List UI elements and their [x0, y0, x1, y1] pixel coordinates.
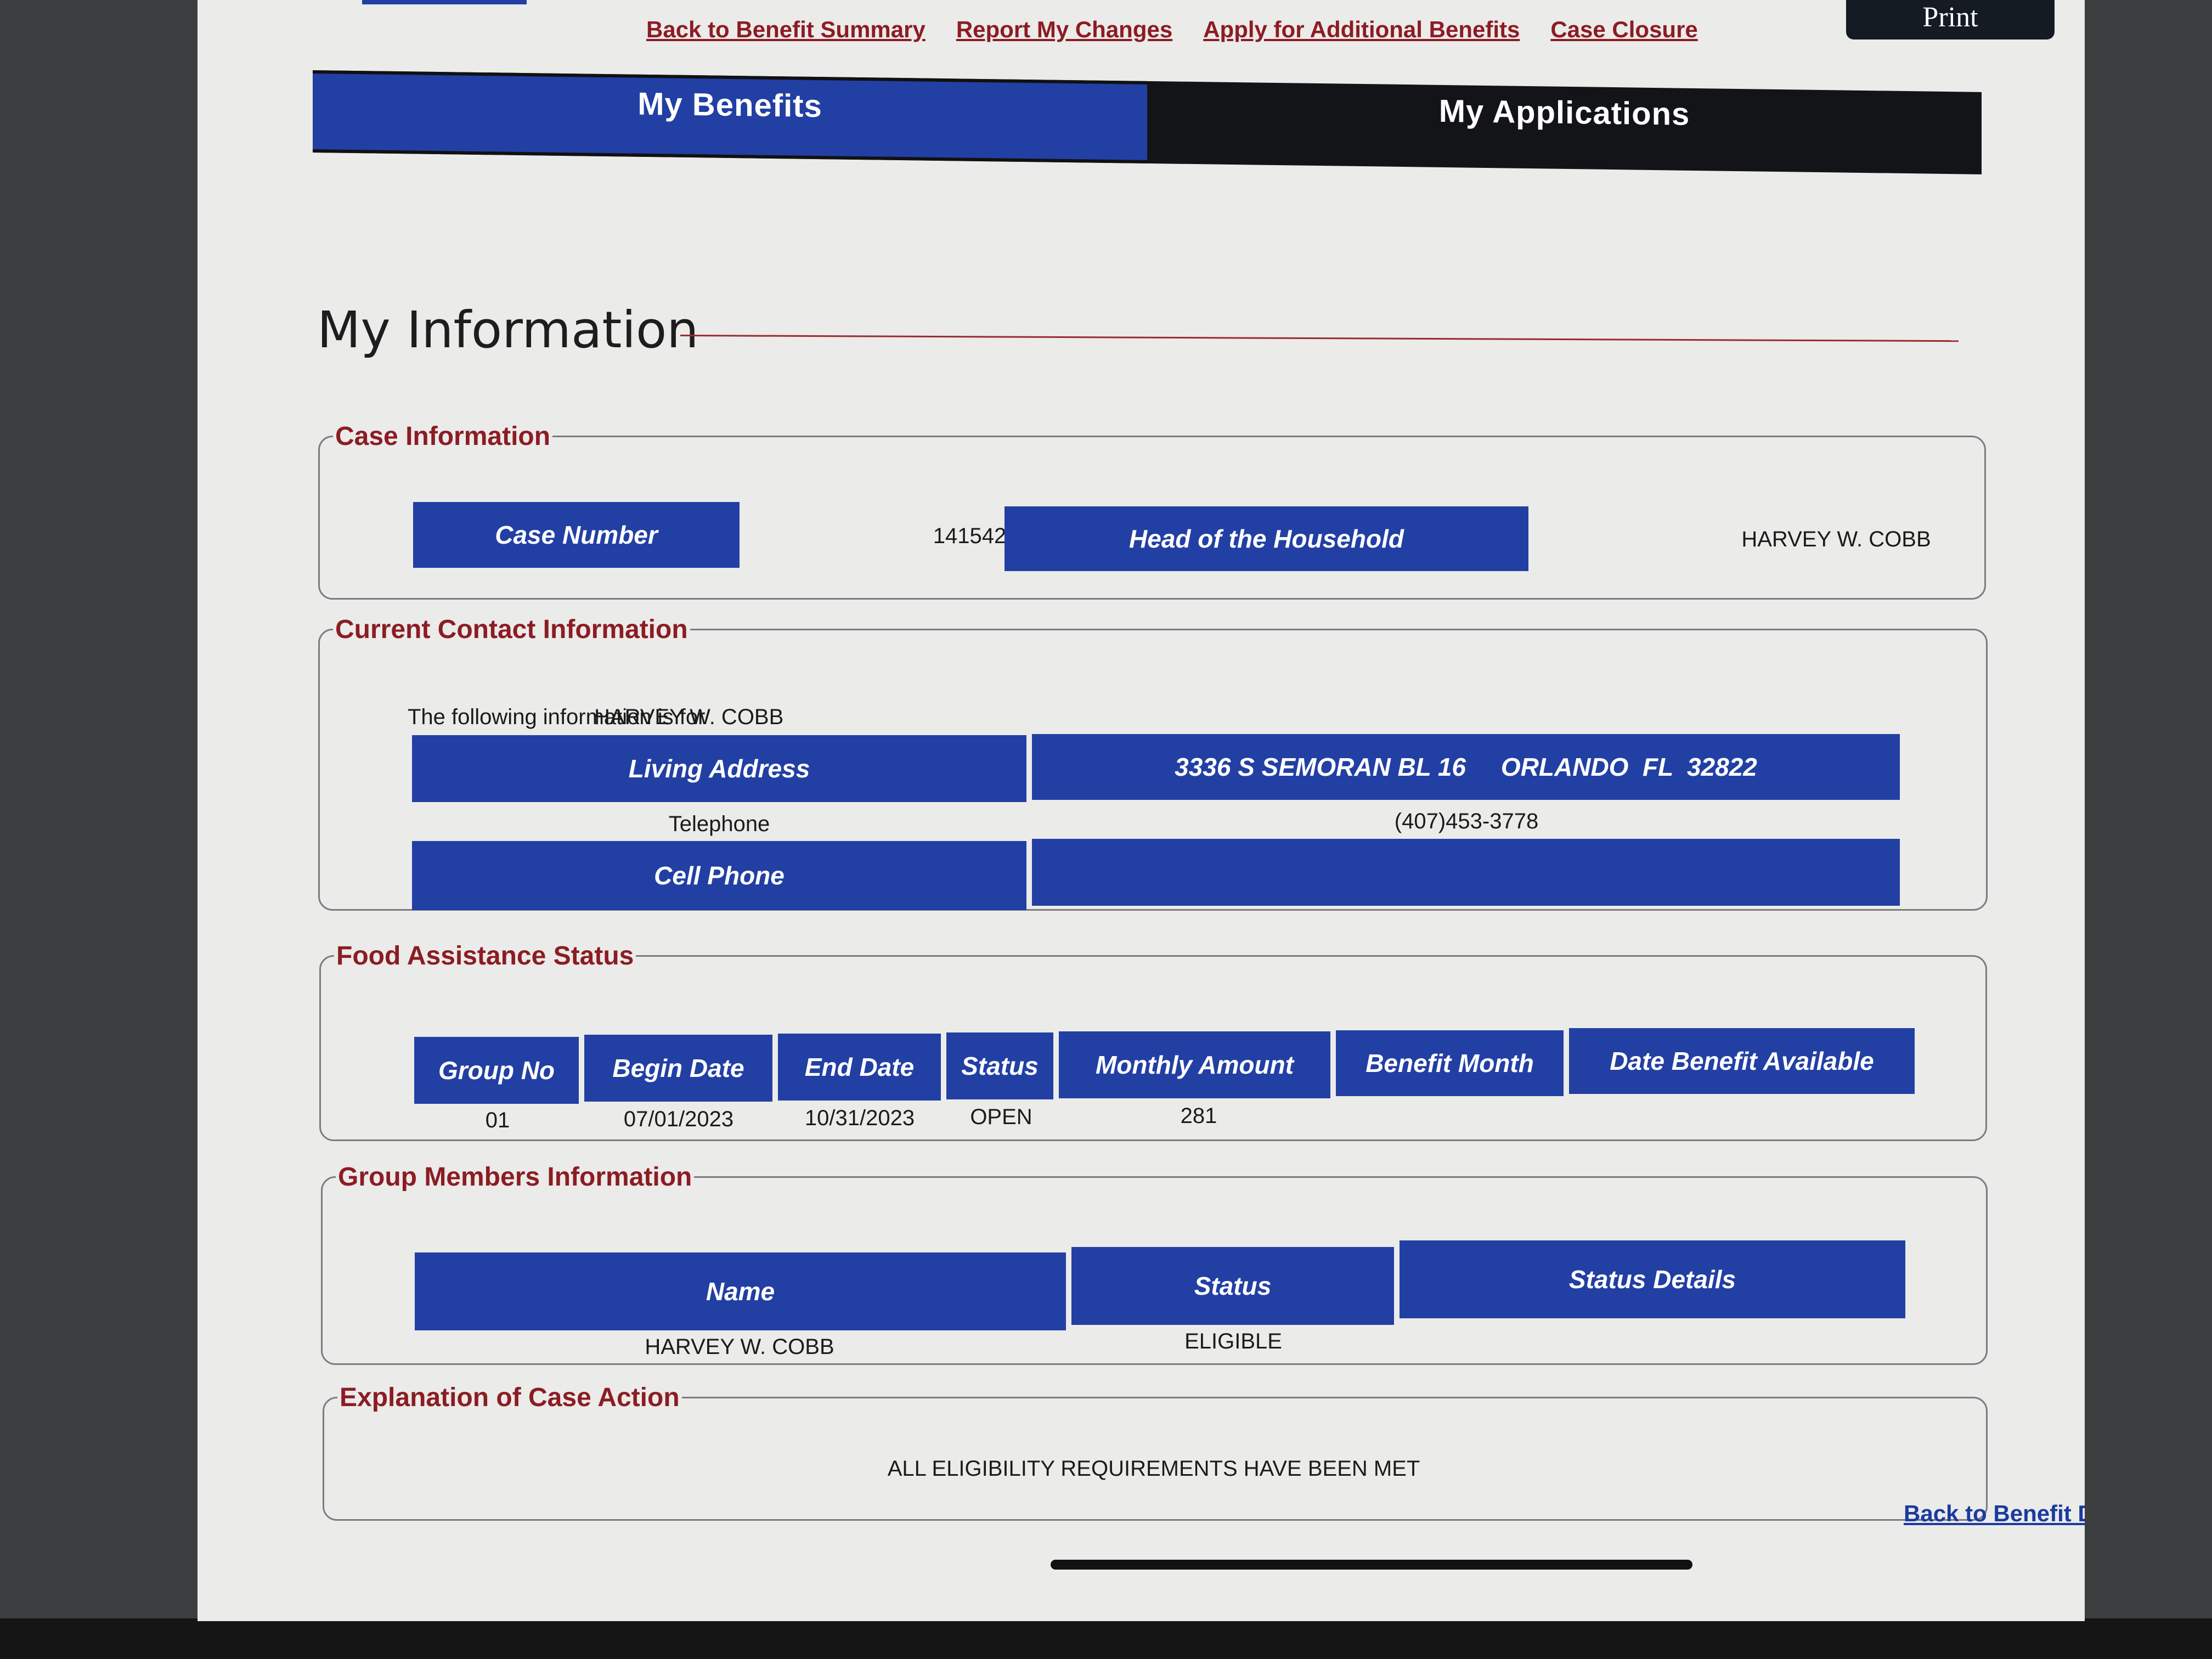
living-address-value: 3336 S SEMORAN BL 16 ORLANDO FL 32822: [1032, 734, 1900, 800]
title-divider: [680, 335, 1959, 342]
top-navigation-links: Back to Benefit Summary Report My Change…: [646, 16, 1698, 43]
tab-my-benefits[interactable]: My Benefits: [313, 70, 1147, 163]
print-button[interactable]: Print: [1846, 0, 2055, 40]
cell-phone-header: Cell Phone: [412, 841, 1026, 910]
head-of-household-header: Head of the Household: [1005, 506, 1528, 571]
head-of-household-value: HARVEY W. COBB: [1741, 527, 1931, 551]
explanation-section: Explanation of Case Action ALL ELIGIBILI…: [323, 1383, 1988, 1521]
contact-information-section: Current Contact Information The followin…: [318, 614, 1988, 911]
fa-header-date-benefit-available: Date Benefit Available: [1569, 1028, 1915, 1094]
home-indicator: [1051, 1560, 1692, 1570]
telephone-label: Telephone: [668, 812, 770, 836]
tab-my-applications[interactable]: My Applications: [1147, 81, 1982, 174]
group-members-section: Group Members Information Name Status St…: [321, 1162, 1988, 1365]
browser-viewport: Print Back to Benefit Summary Report My …: [198, 0, 2085, 1621]
telephone-value: (407)453-3778: [1394, 809, 1539, 833]
benefits-tabs: My Benefits My Applications: [313, 70, 1982, 174]
case-number-header: Case Number: [413, 502, 740, 568]
fa-cell-status: OPEN: [970, 1105, 1032, 1129]
fa-header-end-date: End Date: [778, 1034, 941, 1101]
fa-header-status: Status: [946, 1032, 1053, 1099]
living-address-header: Living Address: [412, 735, 1026, 802]
fa-cell-monthly-amount: 281: [1180, 1104, 1217, 1128]
food-assistance-section: Food Assistance Status Group No Begin Da…: [319, 941, 1987, 1141]
contact-information-legend: Current Contact Information: [335, 615, 688, 644]
fa-header-group-no: Group No: [414, 1037, 579, 1104]
fa-cell-group-no: 01: [485, 1108, 510, 1132]
gm-header-status: Status: [1071, 1247, 1394, 1325]
gm-header-name: Name: [415, 1252, 1066, 1330]
gm-cell-name: HARVEY W. COBB: [645, 1335, 834, 1359]
fa-cell-begin-date: 07/01/2023: [623, 1107, 734, 1131]
group-members-legend: Group Members Information: [338, 1163, 692, 1192]
contact-intro-name: HARVEY W. COBB: [594, 705, 784, 729]
back-to-benefit-details-link[interactable]: Back to Benefit Details: [1904, 1500, 2085, 1527]
top-stub-bar: [362, 0, 527, 4]
report-my-changes-link[interactable]: Report My Changes: [956, 16, 1172, 43]
fa-header-monthly-amount: Monthly Amount: [1059, 1031, 1330, 1098]
back-to-benefit-summary-link[interactable]: Back to Benefit Summary: [646, 16, 926, 43]
food-assistance-legend: Food Assistance Status: [336, 941, 634, 970]
fa-header-benefit-month: Benefit Month: [1336, 1030, 1564, 1096]
case-information-legend: Case Information: [335, 422, 551, 451]
case-information-section: Case Information Case Number 1415427283 …: [318, 421, 1986, 600]
fa-cell-end-date: 10/31/2023: [804, 1106, 915, 1130]
device-bezel: [0, 1618, 2212, 1659]
fa-header-begin-date: Begin Date: [584, 1035, 772, 1102]
apply-additional-benefits-link[interactable]: Apply for Additional Benefits: [1203, 16, 1520, 43]
cell-phone-value: [1032, 839, 1900, 906]
gm-cell-status: ELIGIBLE: [1184, 1329, 1282, 1353]
gm-header-status-details: Status Details: [1400, 1240, 1905, 1318]
case-closure-link[interactable]: Case Closure: [1550, 16, 1697, 43]
explanation-text: ALL ELIGIBILITY REQUIREMENTS HAVE BEEN M…: [887, 1457, 1420, 1481]
page-title: My Information: [317, 301, 699, 359]
explanation-legend: Explanation of Case Action: [340, 1383, 680, 1412]
